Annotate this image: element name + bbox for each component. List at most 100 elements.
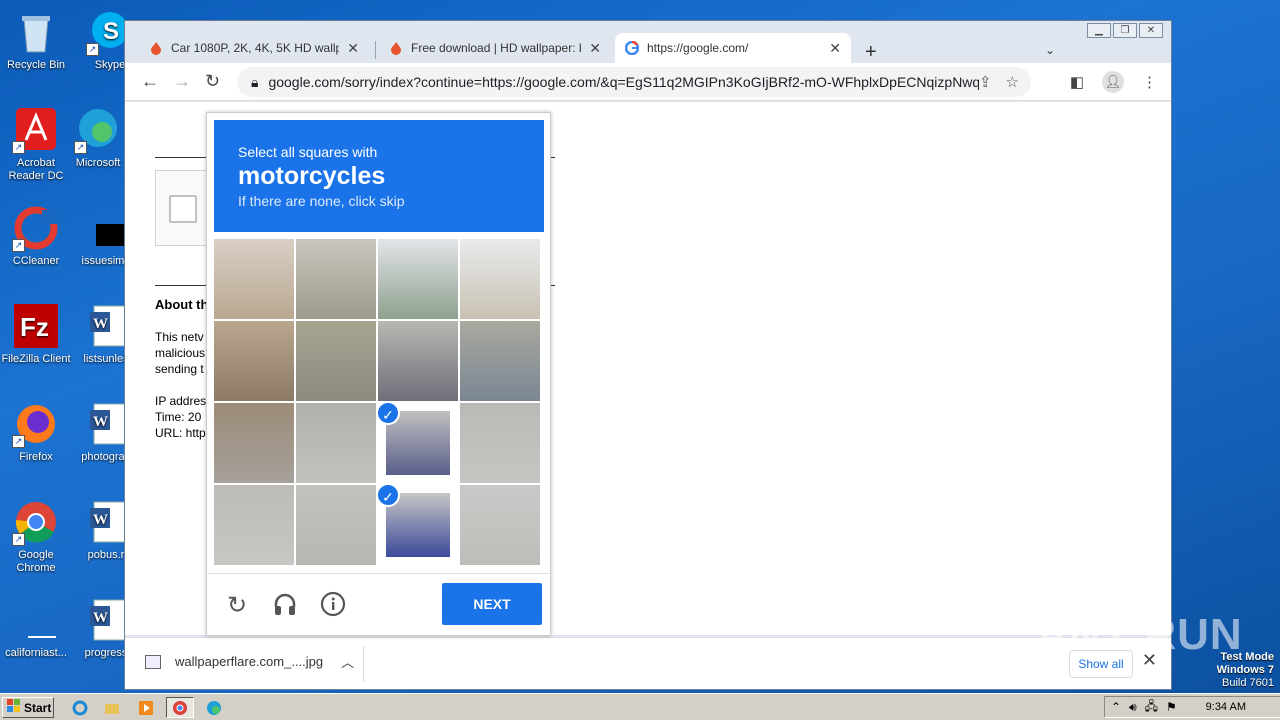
taskbar-ie-icon[interactable] (66, 697, 94, 718)
captcha-tile[interactable]: ✓ (378, 485, 458, 565)
chevron-up-icon[interactable]: ︿ (341, 652, 354, 671)
desktop-icon-ccleaner[interactable]: ↗ CCleaner (0, 204, 72, 268)
ccleaner-icon: ↗ (12, 204, 60, 252)
tray-expand-icon[interactable]: ⌃ (1111, 700, 1121, 714)
tile-image (214, 321, 294, 401)
tab-car-wallpapers[interactable]: Car 1080P, 2K, 4K, 5K HD wallpapers ✕ (139, 33, 369, 63)
side-panel-icon[interactable]: ◧ (1070, 73, 1084, 91)
start-button[interactable]: Start (2, 697, 54, 718)
profile-avatar-icon[interactable]: 👤︎ (1102, 71, 1124, 93)
google-g-icon (624, 40, 640, 56)
desktop-icon-californiast[interactable]: californiast... (0, 596, 72, 660)
flame-icon (149, 41, 163, 55)
volume-icon[interactable]: 🔊︎ (1129, 700, 1137, 715)
lock-icon: 🔒︎ (251, 73, 259, 90)
share-icon[interactable]: ⇪ (979, 73, 992, 91)
captcha-tile[interactable]: ✓ (214, 239, 294, 319)
captcha-tile[interactable]: ✓ (460, 239, 540, 319)
taskbar-explorer-icon[interactable] (98, 697, 126, 718)
captcha-tile[interactable]: ✓ (214, 321, 294, 401)
captcha-tile[interactable]: ✓ (214, 485, 294, 565)
file-icon (12, 596, 60, 644)
download-item[interactable]: wallpaperflare.com_....jpg ︿ (145, 652, 354, 671)
new-tab-icon[interactable]: + (865, 41, 877, 64)
captcha-tile[interactable]: ✓ (296, 485, 376, 565)
back-icon[interactable]: ← (141, 71, 159, 92)
image-grid: ✓✓✓✓✓✓✓✓✓✓✓✓✓✓✓✓ (214, 239, 541, 566)
desktop-icon-google-chrome[interactable]: ↗ Google Chrome (0, 498, 72, 575)
tile-image (296, 239, 376, 319)
tile-image (296, 321, 376, 401)
taskbar-edge-icon[interactable] (200, 697, 228, 718)
tile-image (214, 485, 294, 565)
tab-separator (375, 41, 376, 59)
bookmark-star-icon[interactable]: ☆ (1006, 73, 1019, 91)
tile-image (214, 239, 294, 319)
url-line: URL: http (155, 426, 206, 440)
challenge-header: Select all squares with motorcycles If t… (214, 120, 544, 232)
svg-text:W: W (93, 512, 108, 528)
tile-image (460, 321, 540, 401)
reload-page-icon[interactable]: ↻ (205, 71, 220, 92)
ip-address-line: IP addres (155, 394, 207, 408)
reload-icon[interactable]: ↻ (223, 591, 251, 620)
menu-kebab-icon[interactable]: ⋮ (1142, 73, 1157, 91)
forward-icon[interactable]: → (173, 71, 191, 92)
word-doc-icon: W (82, 498, 130, 546)
close-tab-icon[interactable]: ✕ (829, 40, 841, 57)
word-doc-icon: W (82, 596, 130, 644)
about-heading: About th (155, 297, 209, 312)
next-button[interactable]: NEXT (442, 583, 542, 625)
captcha-tile[interactable]: ✓ (378, 239, 458, 319)
flag-icon[interactable]: ⚑ (1166, 700, 1177, 714)
download-file-name: wallpaperflare.com_....jpg (175, 654, 324, 669)
browser-toolbar: ← → ↻ 🔒︎ google.com/sorry/index?continue… (125, 63, 1171, 101)
chrome-icon: ↗ (12, 498, 60, 546)
captcha-tile[interactable]: ✓ (378, 321, 458, 401)
desktop-icon-recycle-bin[interactable]: Recycle Bin (0, 8, 72, 72)
acrobat-icon: ↗ (12, 106, 60, 154)
captcha-tile[interactable]: ✓ (460, 485, 540, 565)
tile-image (460, 239, 540, 319)
close-tab-icon[interactable]: ✕ (347, 40, 359, 57)
anyrun-watermark: ANY RUN (1036, 610, 1243, 659)
network-icon[interactable]: 🖧︎ (1145, 697, 1158, 718)
desktop-icon-firefox[interactable]: ↗ Firefox (0, 400, 72, 464)
taskbar-chrome-icon[interactable] (166, 697, 194, 718)
clock[interactable]: 9:34 AM (1206, 701, 1246, 713)
page-text-line: sending t (155, 362, 204, 376)
recaptcha-checkbox[interactable] (169, 195, 197, 223)
captcha-tile[interactable]: ✓ (296, 321, 376, 401)
info-icon[interactable] (319, 591, 347, 624)
image-file-icon (145, 654, 161, 669)
svg-text:W: W (93, 316, 108, 332)
page-text-line: malicious (155, 346, 206, 360)
challenge-instruction: Select all squares with (238, 144, 378, 160)
time-line: Time: 20 (155, 410, 202, 424)
svg-text:S: S (103, 18, 119, 45)
windows-logo-icon (7, 699, 21, 716)
captcha-tile[interactable]: ✓ (214, 403, 294, 483)
tile-image (296, 485, 376, 565)
tile-image (378, 321, 458, 401)
desktop-icon-filezilla[interactable]: Fz FileZilla Client (0, 302, 72, 366)
address-bar[interactable]: 🔒︎ google.com/sorry/index?continue=https… (237, 67, 1031, 97)
edge-icon: ↗ (74, 106, 122, 154)
svg-text:W: W (93, 610, 108, 626)
tab-free-download[interactable]: Free download | HD wallpaper: black ✕ (379, 33, 611, 63)
captcha-tile[interactable]: ✓ (296, 239, 376, 319)
tile-image (460, 485, 540, 565)
tab-search-chevron-icon[interactable]: ⌄ (1045, 43, 1055, 57)
divider (363, 646, 364, 682)
url-text[interactable]: google.com/sorry/index?continue=https://… (268, 74, 979, 90)
close-tab-icon[interactable]: ✕ (589, 40, 601, 57)
challenge-target: motorcycles (238, 162, 386, 190)
recaptcha-challenge: Select all squares with motorcycles If t… (206, 112, 551, 636)
headphones-icon[interactable] (271, 591, 299, 624)
captcha-tile[interactable]: ✓ (460, 403, 540, 483)
captcha-tile[interactable]: ✓ (296, 403, 376, 483)
taskbar-media-player-icon[interactable] (132, 697, 160, 718)
tab-google[interactable]: https://google.com/ ✕ (615, 33, 851, 63)
captcha-tile[interactable]: ✓ (460, 321, 540, 401)
captcha-tile[interactable]: ✓ (378, 403, 458, 483)
